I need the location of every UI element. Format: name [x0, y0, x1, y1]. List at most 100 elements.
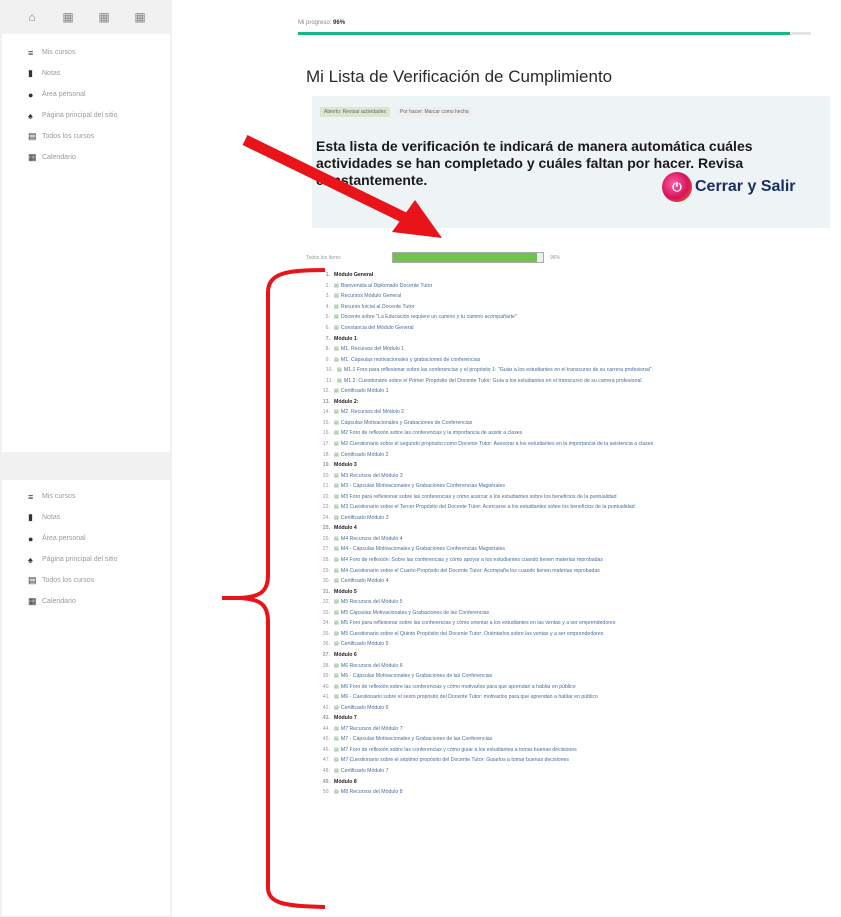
checklist-number: 15.: [322, 419, 330, 426]
checklist-item[interactable]: 28. ▤ M4 Foro de reflexión: Sobre las conf…: [318, 555, 838, 566]
checklist-text: M7 Cuestionario sobre el séptimo propósi…: [340, 757, 569, 764]
toolbar-icon[interactable]: ▦: [134, 10, 146, 24]
checklist-item[interactable]: 36. ▤ Certificado Módulo 5: [318, 639, 838, 650]
activity-icon: ▤: [334, 388, 339, 395]
checklist-item[interactable]: 11. ▤ M1.2: Cuestionario sobre el Primer P…: [318, 375, 838, 386]
checklist-item[interactable]: 29. ▤ M4 Cuestionario sobre el Cuarto Prop…: [318, 565, 838, 576]
sidebar-item[interactable]: ▤ Todos los cursos: [2, 126, 170, 147]
activity-icon: ▤: [334, 430, 339, 437]
checklist-number: 16.: [322, 430, 330, 437]
checklist-item[interactable]: 42. ▤ Certificado Módulo 6: [318, 702, 838, 713]
checklist-item[interactable]: 9. ▤ M1. Cápsulas motivacionales y grabaci…: [318, 354, 838, 365]
sidebar-item[interactable]: ▦ Calendario: [2, 591, 170, 612]
sidebar-item-label: Área personal: [42, 91, 86, 98]
checklist-item[interactable]: 34. ▤ M5 Foro para reflexionar sobre las c…: [318, 618, 838, 629]
sidebar-item[interactable]: ▮ Notas: [2, 63, 170, 84]
toolbar-icon[interactable]: ▦: [62, 10, 74, 24]
checklist-item[interactable]: 27. ▤ M4 - Cápsulas Motivacionales y Graba…: [318, 544, 838, 555]
sidebar-item[interactable]: ≡ Mis cursos: [2, 42, 170, 63]
checklist-item[interactable]: 18. ▤ Certificado Módulo 2: [318, 449, 838, 460]
checklist-item[interactable]: 16. ▤ M2 Foro de reflexión sobre las confe…: [318, 428, 838, 439]
checklist-number: 25.: [322, 525, 330, 532]
activity-icon: ▤: [334, 303, 339, 310]
sidebar-item[interactable]: ♠ Página principal del sitio: [2, 105, 170, 126]
checklist-text: M2. Recursos del Módulo 2: [340, 409, 405, 416]
checklist-item[interactable]: 10. ▤ M1.1 Foro para reflexionar sobre las…: [318, 365, 838, 376]
checklist-number: 5.: [325, 314, 330, 321]
activity-icon: ▤: [334, 620, 339, 627]
overall-progress: Todos los ítems 96%: [306, 252, 560, 263]
checklist-item[interactable]: 2. ▤ Bienvenida al Diplomado Docente Tutor: [318, 281, 838, 292]
sidebar-item-icon: ≡: [28, 47, 34, 58]
checklist-text: M5 Cápsulas Motivacionales y Grabaciones…: [340, 609, 490, 616]
checklist-text: Recurso Inicial al Docente Tutor: [340, 303, 415, 310]
checklist-item[interactable]: 35. ▤ M5 Cuestionario sobre el Quinto Prop…: [318, 629, 838, 640]
checklist-item[interactable]: 14. ▤ M2. Recursos del Módulo 2: [318, 407, 838, 418]
activity-icon: ▤: [334, 746, 339, 753]
sidebar-item-icon: ●: [28, 533, 34, 544]
sidebar-item[interactable]: ▮ Notas: [2, 507, 170, 528]
activity-icon: ▤: [334, 419, 339, 426]
checklist-item[interactable]: 45. ▤ M7 - Cápsulas Motivacionales y Graba…: [318, 734, 838, 745]
checklist-text: Certificado Módulo 4: [340, 578, 389, 585]
checklist-item[interactable]: 20. ▤ M3 Recursos del Módulo 3: [318, 470, 838, 481]
checklist-item[interactable]: 48. ▤ Certificado Módulo 7: [318, 766, 838, 777]
checklist-number: 28.: [322, 557, 330, 564]
checklist-number: 19.: [322, 462, 330, 469]
checklist-item[interactable]: 24. ▤ Certificado Módulo 3: [318, 513, 838, 524]
checklist-text: M5 Cuestionario sobre el Quinto Propósit…: [340, 630, 604, 637]
toolbar-icon[interactable]: ▦: [98, 10, 110, 24]
activity-icon: ▤: [334, 599, 339, 606]
checklist-text: M4 Recursos del Módulo 4: [340, 535, 403, 542]
main-content: Mi progreso: 96% Mi Lista de Verificació…: [172, 0, 841, 917]
checklist-item[interactable]: 8. ▤ M1. Recursos del Módulo 1: [318, 344, 838, 355]
activity-icon: ▤: [334, 725, 339, 732]
activity-icon: ▤: [334, 630, 339, 637]
checklist-number: 40.: [322, 683, 330, 690]
activity-icon: ▤: [334, 504, 339, 511]
toolbar-icon[interactable]: ⌂: [26, 10, 38, 24]
checklist-text: Recursos Módulo General: [340, 293, 402, 300]
sidebar-item[interactable]: ≡ Mis cursos: [2, 486, 170, 507]
checklist-text: Docente sobre "La Educación requiere un …: [340, 314, 517, 321]
checklist-text: Bienvenida al Diplomado Docente Tutor: [340, 282, 433, 289]
checklist-item[interactable]: 5. ▤ Docente sobre "La Educación requiere …: [318, 312, 838, 323]
checklist-item[interactable]: 32. ▤ M5 Recursos del Módulo 5: [318, 597, 838, 608]
checklist-item[interactable]: 33. ▤ M5 Cápsulas Motivacionales y Grabaci…: [318, 608, 838, 619]
activity-icon: ▤: [334, 757, 339, 764]
checklist-item[interactable]: 12. ▤ Certificado Módulo 1: [318, 386, 838, 397]
checklist-item[interactable]: 6. ▤ Constancia del Módulo General: [318, 323, 838, 334]
sidebar-item[interactable]: ▦ Calendario: [2, 147, 170, 168]
checklist-item[interactable]: 41. ▤ M6 - Cuestionario sobre el sexto pro…: [318, 692, 838, 703]
checklist-text: M1. Recursos del Módulo 1: [340, 346, 405, 353]
checklist-item[interactable]: 3. ▤ Recursos Módulo General: [318, 291, 838, 302]
checklist-item[interactable]: 30. ▤ Certificado Módulo 4: [318, 576, 838, 587]
sidebar-item[interactable]: ● Área personal: [2, 84, 170, 105]
checklist-item[interactable]: 40. ▤ M6 Foro de reflexión sobre las confe…: [318, 681, 838, 692]
sidebar-item[interactable]: ♠ Página principal del sitio: [2, 549, 170, 570]
checklist-text: Certificado Módulo 5: [340, 641, 389, 648]
activity-icon: ▤: [334, 441, 339, 448]
sidebar-item-label: Todos los cursos: [42, 577, 95, 584]
checklist-item[interactable]: 39. ▤ M6 - Cápsulas Motivacionales y Graba…: [318, 671, 838, 682]
exit-button[interactable]: ⏻ Cerrar y Salir: [662, 172, 796, 202]
checklist-item[interactable]: 17. ▤ M2 Cuestionario sobre el segundo pro…: [318, 439, 838, 450]
checklist-item[interactable]: 38. ▤ M6 Recursos del Módulo 6: [318, 660, 838, 671]
sidebar-item[interactable]: ▤ Todos los cursos: [2, 570, 170, 591]
checklist-number: 17.: [322, 441, 330, 448]
checklist-item[interactable]: 15. ▤ Cápsulas Motivacionales y Grabacione…: [318, 418, 838, 429]
checklist-item[interactable]: 44. ▤ M7 Recursos del Módulo 7: [318, 724, 838, 735]
checklist-item[interactable]: 50. ▤ M8 Recursos del Módulo 8: [318, 787, 838, 798]
checklist-text: Constancia del Módulo General: [340, 325, 414, 331]
sidebar-item[interactable]: ● Área personal: [2, 528, 170, 549]
checklist-item[interactable]: 47. ▤ M7 Cuestionario sobre el séptimo pro…: [318, 755, 838, 766]
checklist-item[interactable]: 4. ▤ Recurso Inicial al Docente Tutor: [318, 302, 838, 313]
checklist-item[interactable]: 21. ▤ M3 - Cápsulas Motivacionales y Graba…: [318, 481, 838, 492]
checklist-item[interactable]: 26. ▤ M4 Recursos del Módulo 4: [318, 534, 838, 545]
sidebar-item-label: Notas: [42, 514, 61, 521]
activity-icon: ▤: [334, 567, 339, 574]
checklist-text: Módulo 2:: [334, 398, 359, 405]
checklist-item[interactable]: 23. ▤ M3 Cuestionario sobre el Tercer Prop…: [318, 502, 838, 513]
checklist-item[interactable]: 46. ▤ M7 Foro de reflexión sobre las confe…: [318, 745, 838, 756]
checklist-item[interactable]: 22. ▤ M3 Foro para reflexionar sobre las c…: [318, 491, 838, 502]
